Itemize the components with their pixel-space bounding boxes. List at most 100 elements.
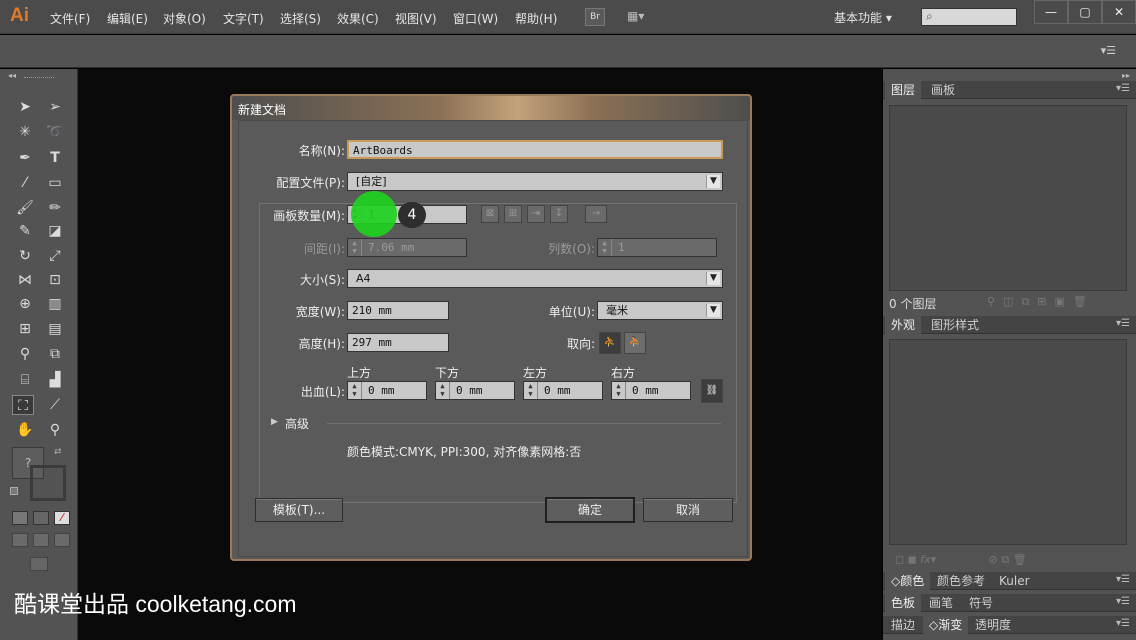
width-tool-icon[interactable]: ⋈ — [14, 270, 36, 290]
tab-kuler[interactable]: Kuler — [993, 572, 1036, 590]
bleed-top-input[interactable]: ▲ ▼ 0 mm — [347, 381, 427, 400]
draw-inside-icon[interactable] — [54, 533, 70, 547]
slice-tool-icon[interactable]: ⟋ — [44, 395, 66, 415]
workspace-switcher[interactable]: 基本功能 ▾ — [834, 9, 892, 26]
bleed-bottom-input[interactable]: ▲ ▼ 0 mm — [435, 381, 515, 400]
disclosure-triangle-icon[interactable]: ▶ — [271, 417, 278, 427]
template-button[interactable]: 模板(T)... — [255, 498, 343, 522]
screen-mode-icon[interactable] — [30, 557, 48, 571]
bridge-button[interactable]: Br — [585, 8, 605, 26]
tab-graphic-styles[interactable]: 图形样式 — [925, 316, 985, 334]
hand-tool-icon[interactable]: ✋ — [14, 420, 36, 440]
maximize-button[interactable]: ▢ — [1068, 0, 1102, 24]
stroke-swatch[interactable] — [30, 465, 66, 501]
pen-tool-icon[interactable]: ✒ — [14, 148, 36, 168]
collapse-icon[interactable]: ◂◂ — [8, 71, 16, 80]
units-select[interactable]: 毫米 ▼ — [597, 301, 723, 320]
pencil-tool-icon[interactable]: ✏ — [44, 198, 66, 218]
close-button[interactable]: ✕ — [1102, 0, 1136, 24]
tab-transparency[interactable]: 透明度 — [969, 616, 1017, 634]
mesh-tool-icon[interactable]: ⊞ — [14, 319, 36, 339]
menu-select[interactable]: 选择(S) — [280, 10, 321, 27]
panel-menu-icon[interactable]: ▾☰ — [1116, 618, 1130, 629]
none-mode-icon[interactable]: ⁄ — [54, 511, 70, 525]
profile-select[interactable]: [自定] ▼ — [347, 172, 723, 191]
minimize-button[interactable]: — — [1034, 0, 1068, 24]
panel-menu-icon[interactable]: ▾☰ — [1116, 574, 1130, 585]
tab-layers[interactable]: 图层 — [885, 81, 922, 99]
layers-list[interactable] — [889, 105, 1127, 291]
eraser-tool-icon[interactable]: ◪ — [44, 221, 66, 241]
tab-stroke[interactable]: 描边 — [885, 616, 921, 634]
grid-by-row-icon[interactable]: ⊠ — [481, 205, 499, 223]
tab-symbols[interactable]: 符号 — [963, 594, 999, 612]
eyedropper-tool-icon[interactable]: ⚲ — [14, 344, 36, 364]
arrange-documents-icon[interactable]: ▦▾ — [627, 9, 644, 23]
draw-normal-icon[interactable] — [12, 533, 28, 547]
shape-builder-tool-icon[interactable]: ⊕ — [14, 294, 36, 314]
arrange-by-row-icon[interactable]: ⇥ — [527, 205, 545, 223]
swap-fill-stroke-icon[interactable]: ⇄ — [54, 447, 62, 457]
height-input[interactable]: 297 mm — [347, 333, 449, 352]
cancel-button[interactable]: 取消 — [643, 498, 733, 522]
arrange-by-column-icon[interactable]: ↧ — [550, 205, 568, 223]
tab-swatches[interactable]: 色板 — [885, 594, 922, 612]
paintbrush-tool-icon[interactable]: 🖌 — [14, 198, 36, 218]
advanced-label[interactable]: 高级 — [285, 415, 309, 432]
menu-type[interactable]: 文字(T) — [223, 10, 264, 27]
tab-brushes[interactable]: 画笔 — [923, 594, 959, 612]
ok-button[interactable]: 确定 — [545, 497, 635, 523]
menu-object[interactable]: 对象(O) — [163, 10, 206, 27]
artboard-tool-icon[interactable]: ⛶ — [12, 395, 34, 415]
search-input[interactable]: ⌕ — [921, 8, 1017, 26]
spinner-icon[interactable]: ▲▼ — [348, 382, 362, 399]
tab-artboards[interactable]: 画板 — [925, 81, 961, 99]
zoom-tool-icon[interactable]: ⚲ — [44, 420, 66, 440]
perspective-grid-tool-icon[interactable]: ▥ — [44, 294, 66, 314]
dialog-titlebar[interactable] — [232, 96, 750, 120]
menu-help[interactable]: 帮助(H) — [515, 10, 557, 27]
graph-tool-icon[interactable]: ▟ — [44, 370, 66, 390]
tab-gradient[interactable]: ◇渐变 — [923, 616, 969, 634]
lasso-tool-icon[interactable]: ➰ — [44, 122, 66, 142]
layer-actions-icons[interactable]: ⚲◫⧉⊞▣🗑 — [987, 295, 1095, 309]
portrait-icon[interactable]: ⛹ — [599, 332, 621, 354]
symbol-sprayer-tool-icon[interactable]: ⌸ — [14, 370, 36, 390]
tab-color-guide[interactable]: 颜色参考 — [931, 572, 991, 590]
scale-tool-icon[interactable]: ⤢ — [44, 246, 66, 266]
grid-by-column-icon[interactable]: ⊞ — [504, 205, 522, 223]
color-mode-icon[interactable] — [12, 511, 28, 525]
default-colors-icon[interactable] — [10, 487, 18, 495]
menu-file[interactable]: 文件(F) — [50, 10, 90, 27]
menu-window[interactable]: 窗口(W) — [453, 10, 498, 27]
free-transform-tool-icon[interactable]: ⊡ — [44, 270, 66, 290]
draw-behind-icon[interactable] — [33, 533, 49, 547]
panel-menu-icon[interactable]: ▾☰ — [1116, 596, 1130, 607]
tab-appearance[interactable]: 外观 — [885, 316, 922, 334]
expand-dock-icon[interactable]: ▸▸ — [1122, 71, 1130, 80]
width-input[interactable]: 210 mm — [347, 301, 449, 320]
landscape-icon[interactable]: ⛹ — [624, 332, 646, 354]
size-select[interactable]: A4 ▼ — [347, 269, 723, 288]
bleed-right-input[interactable]: ▲ ▼ 0 mm — [611, 381, 691, 400]
direct-selection-tool-icon[interactable]: ➢ — [44, 97, 66, 117]
menu-edit[interactable]: 编辑(E) — [107, 10, 148, 27]
menu-view[interactable]: 视图(V) — [395, 10, 437, 27]
link-icon[interactable]: ⛓ — [701, 379, 723, 403]
magic-wand-tool-icon[interactable]: ✳ — [14, 122, 36, 142]
panel-menu-icon[interactable]: ▾☰ — [1101, 44, 1116, 57]
gradient-tool-icon[interactable]: ▤ — [44, 319, 66, 339]
tab-color[interactable]: ◇颜色 — [885, 572, 931, 590]
menu-effect[interactable]: 效果(C) — [337, 10, 379, 27]
line-tool-icon[interactable]: ⁄ — [14, 173, 36, 193]
spinner-icon[interactable]: ▲▼ — [524, 382, 538, 399]
type-tool-icon[interactable]: T — [44, 148, 66, 168]
rotate-tool-icon[interactable]: ↻ — [14, 246, 36, 266]
rectangle-tool-icon[interactable]: ▭ — [44, 173, 66, 193]
gradient-mode-icon[interactable] — [33, 511, 49, 525]
panel-menu-icon[interactable]: ▾☰ — [1116, 83, 1130, 94]
appearance-actions-icons[interactable]: ◻ ◼ fx▾ ⊘ ⧉ 🗑 — [895, 553, 1027, 567]
spinner-icon[interactable]: ▲▼ — [436, 382, 450, 399]
blend-tool-icon[interactable]: ⧉ — [44, 344, 66, 364]
panel-menu-icon[interactable]: ▾☰ — [1116, 318, 1130, 329]
